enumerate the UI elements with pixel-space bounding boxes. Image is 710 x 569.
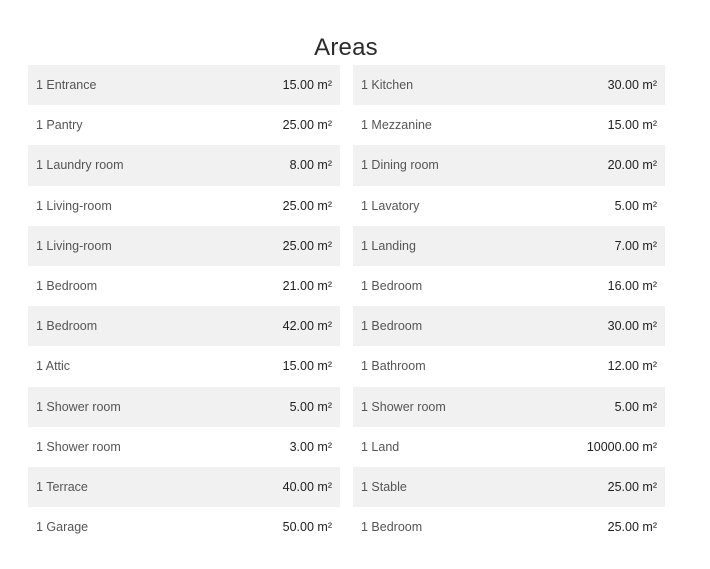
area-name: 1 Shower room xyxy=(361,399,446,414)
area-size: 15.00 m² xyxy=(607,118,657,133)
area-size: 25.00 m² xyxy=(282,238,332,253)
area-size: 25.00 m² xyxy=(607,520,657,535)
area-row: 1 Bathroom 12.00 m² xyxy=(353,346,665,386)
area-name: 1 Bathroom xyxy=(361,359,426,374)
area-name: 1 Bedroom xyxy=(361,279,423,294)
area-row: 1 Terrace 40.00 m² xyxy=(28,466,340,508)
area-row: 1 Dining room 20.00 m² xyxy=(353,145,665,186)
area-name: 1 Pantry xyxy=(36,118,83,133)
area-name: 1 Bedroom xyxy=(361,520,423,535)
area-row: 1 Attic 15.00 m² xyxy=(28,346,340,386)
area-row: 1 Bedroom 42.00 m² xyxy=(28,306,340,347)
area-size: 30.00 m² xyxy=(607,319,657,334)
area-size: 12.00 m² xyxy=(607,359,657,374)
area-size: 50.00 m² xyxy=(282,520,332,535)
area-size: 40.00 m² xyxy=(282,479,332,494)
page-title: Areas xyxy=(314,34,378,62)
area-name: 1 Kitchen xyxy=(361,78,414,93)
area-name: 1 Bedroom xyxy=(36,279,98,294)
area-name: 1 Living-room xyxy=(36,198,112,213)
area-row: 1 Landing 7.00 m² xyxy=(353,225,665,266)
area-size: 10000.00 m² xyxy=(586,439,657,454)
area-name: 1 Dining room xyxy=(361,158,439,173)
area-size: 15.00 m² xyxy=(282,359,332,374)
area-name: 1 Shower room xyxy=(36,399,121,414)
area-name: 1 Attic xyxy=(36,359,71,374)
area-size: 7.00 m² xyxy=(614,238,657,253)
area-name: 1 Mezzanine xyxy=(361,118,432,133)
area-row: 1 Garage 50.00 m² xyxy=(28,507,340,547)
area-name: 1 Entrance xyxy=(36,78,97,93)
area-row: 1 Bedroom 16.00 m² xyxy=(353,266,665,306)
area-row: 1 Shower room 5.00 m² xyxy=(28,386,340,427)
areas-list-right: 1 Kitchen 30.00 m² 1 Mezzanine 15.00 m² … xyxy=(353,65,665,547)
area-row: 1 Shower room 5.00 m² xyxy=(353,386,665,427)
area-size: 5.00 m² xyxy=(614,399,657,414)
area-row: 1 Laundry room 8.00 m² xyxy=(28,145,340,186)
area-name: 1 Garage xyxy=(36,520,89,535)
area-row: 1 Living-room 25.00 m² xyxy=(28,186,340,226)
area-size: 21.00 m² xyxy=(282,279,332,294)
area-size: 5.00 m² xyxy=(289,399,332,414)
area-name: 1 Terrace xyxy=(36,479,88,494)
area-size: 20.00 m² xyxy=(607,158,657,173)
area-row: 1 Entrance 15.00 m² xyxy=(28,65,340,106)
area-size: 25.00 m² xyxy=(607,479,657,494)
area-size: 42.00 m² xyxy=(282,319,332,334)
areas-list-left: 1 Entrance 15.00 m² 1 Pantry 25.00 m² 1 … xyxy=(28,65,340,547)
area-size: 25.00 m² xyxy=(282,118,332,133)
area-row: 1 Stable 25.00 m² xyxy=(353,466,665,508)
area-name: 1 Bedroom xyxy=(36,319,98,334)
area-row: 1 Land 10000.00 m² xyxy=(353,427,665,467)
area-size: 15.00 m² xyxy=(282,78,332,93)
area-row: 1 Shower room 3.00 m² xyxy=(28,427,340,467)
area-name: 1 Living-room xyxy=(36,238,112,253)
area-row: 1 Pantry 25.00 m² xyxy=(28,105,340,145)
area-row: 1 Bedroom 21.00 m² xyxy=(28,266,340,306)
area-name: 1 Stable xyxy=(361,479,407,494)
area-size: 3.00 m² xyxy=(289,439,332,454)
area-name: 1 Laundry room xyxy=(36,158,124,173)
area-row: 1 Kitchen 30.00 m² xyxy=(353,65,665,106)
area-row: 1 Lavatory 5.00 m² xyxy=(353,186,665,226)
area-name: 1 Bedroom xyxy=(361,319,423,334)
area-name: 1 Land xyxy=(361,439,400,454)
area-size: 8.00 m² xyxy=(289,158,332,173)
area-size: 30.00 m² xyxy=(607,78,657,93)
area-row: 1 Living-room 25.00 m² xyxy=(28,225,340,266)
area-row: 1 Mezzanine 15.00 m² xyxy=(353,105,665,145)
area-size: 5.00 m² xyxy=(614,198,657,213)
area-size: 16.00 m² xyxy=(607,279,657,294)
area-name: 1 Landing xyxy=(361,238,416,253)
area-row: 1 Bedroom 30.00 m² xyxy=(353,306,665,347)
area-row: 1 Bedroom 25.00 m² xyxy=(353,507,665,547)
area-size: 25.00 m² xyxy=(282,198,332,213)
area-name: 1 Shower room xyxy=(36,439,121,454)
area-name: 1 Lavatory xyxy=(361,198,420,213)
